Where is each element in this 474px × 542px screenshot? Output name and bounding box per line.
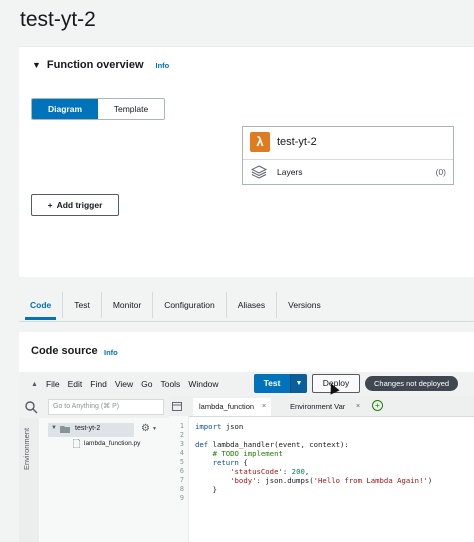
code-line-8: } [195,485,217,494]
line-number-gutter: 1 2 3 4 5 6 7 8 9 [169,416,189,542]
folder-icon [60,426,70,433]
page-title: test-yt-2 [20,8,96,31]
layers-icon [251,165,267,179]
environment-tab[interactable]: Environment [22,422,31,470]
tab-code[interactable]: Code [19,292,64,320]
function-name: test-yt-2 [277,136,317,148]
menu-window[interactable]: Window [188,379,218,389]
tab-aliases[interactable]: Aliases [227,292,278,318]
collapse-triangle-icon[interactable]: ▲ [31,381,38,388]
code-line-5: return { [195,458,248,467]
function-tabs: Code Test Monitor Configuration Aliases … [19,292,474,320]
tree-file-item[interactable]: lambda_function.py [84,440,140,447]
template-view-button[interactable]: Template [98,99,164,119]
line-number: 2 [179,431,184,439]
code-line-1: import json [195,422,244,431]
search-icon[interactable] [24,400,38,414]
tab-versions[interactable]: Versions [277,292,332,318]
test-dropdown-caret-icon[interactable]: ▼ [290,374,307,393]
code-line-4: # TODO implement [195,449,283,458]
add-trigger-button[interactable]: + Add trigger [31,194,119,216]
tab-monitor[interactable]: Monitor [102,292,154,318]
add-tab-icon[interactable]: + [372,400,383,411]
line-number: 4 [179,449,184,457]
go-to-anything-input[interactable]: Go to Anything (⌘ P) [48,399,164,415]
function-overview-info-link[interactable]: Info [156,61,170,70]
line-number: 3 [179,440,184,448]
function-name-row[interactable]: λ test-yt-2 [243,127,453,160]
close-icon[interactable]: × [356,403,360,410]
menu-go[interactable]: Go [141,379,152,389]
line-number: 8 [179,485,184,493]
test-button-group: Test ▼ [254,374,307,393]
layers-row[interactable]: Layers (0) [243,160,453,184]
diagram-view-button[interactable]: Diagram [32,99,98,119]
line-number: 9 [179,494,184,502]
tree-expand-icon[interactable]: ▼ [51,425,57,431]
code-source-info-link[interactable]: Info [104,348,118,357]
menu-find[interactable]: Find [90,379,107,389]
tab-test[interactable]: Test [63,292,102,318]
code-line-6: 'statusCode': 200, [195,467,310,476]
tabs-divider [19,321,474,322]
layers-count: (0) [435,167,446,177]
code-line-7: 'body': json.dumps('Hello from Lambda Ag… [195,476,433,485]
editor-tab-lambda-function[interactable]: lambda_function [193,398,271,416]
view-toggle: Diagram Template [31,98,165,120]
function-overview-header[interactable]: ▼ Function overview Info [32,59,169,71]
menu-tools[interactable]: Tools [160,379,180,389]
line-number: 7 [179,476,184,484]
menu-edit[interactable]: Edit [68,379,83,389]
function-overview-title: Function overview [46,59,144,71]
tree-folder-label: test-yt-2 [75,425,101,432]
lambda-icon: λ [250,132,270,152]
function-card[interactable]: λ test-yt-2 Layers (0) [242,126,454,185]
test-button[interactable]: Test [254,374,290,393]
caret-down-icon[interactable]: ▼ [32,60,41,70]
menu-view[interactable]: View [115,379,133,389]
gear-icon[interactable]: ⚙ [141,423,150,434]
line-number: 1 [179,422,184,430]
code-source-title: Code source [31,345,98,357]
status-badge: Changes not deployed [365,376,459,391]
tab-configuration[interactable]: Configuration [153,292,227,318]
line-number: 6 [179,467,184,475]
tabs-overview-icon[interactable] [172,402,182,411]
gear-dropdown-icon[interactable]: ▼ [152,426,157,432]
file-icon [73,439,80,448]
line-number: 5 [179,458,184,466]
layers-label: Layers [277,167,303,177]
add-trigger-label: Add trigger [56,200,103,210]
plus-icon: + [47,200,53,210]
menu-file[interactable]: File [46,379,60,389]
close-icon[interactable]: × [262,403,266,410]
code-line-3: def lambda_handler(event, context): [195,440,349,449]
